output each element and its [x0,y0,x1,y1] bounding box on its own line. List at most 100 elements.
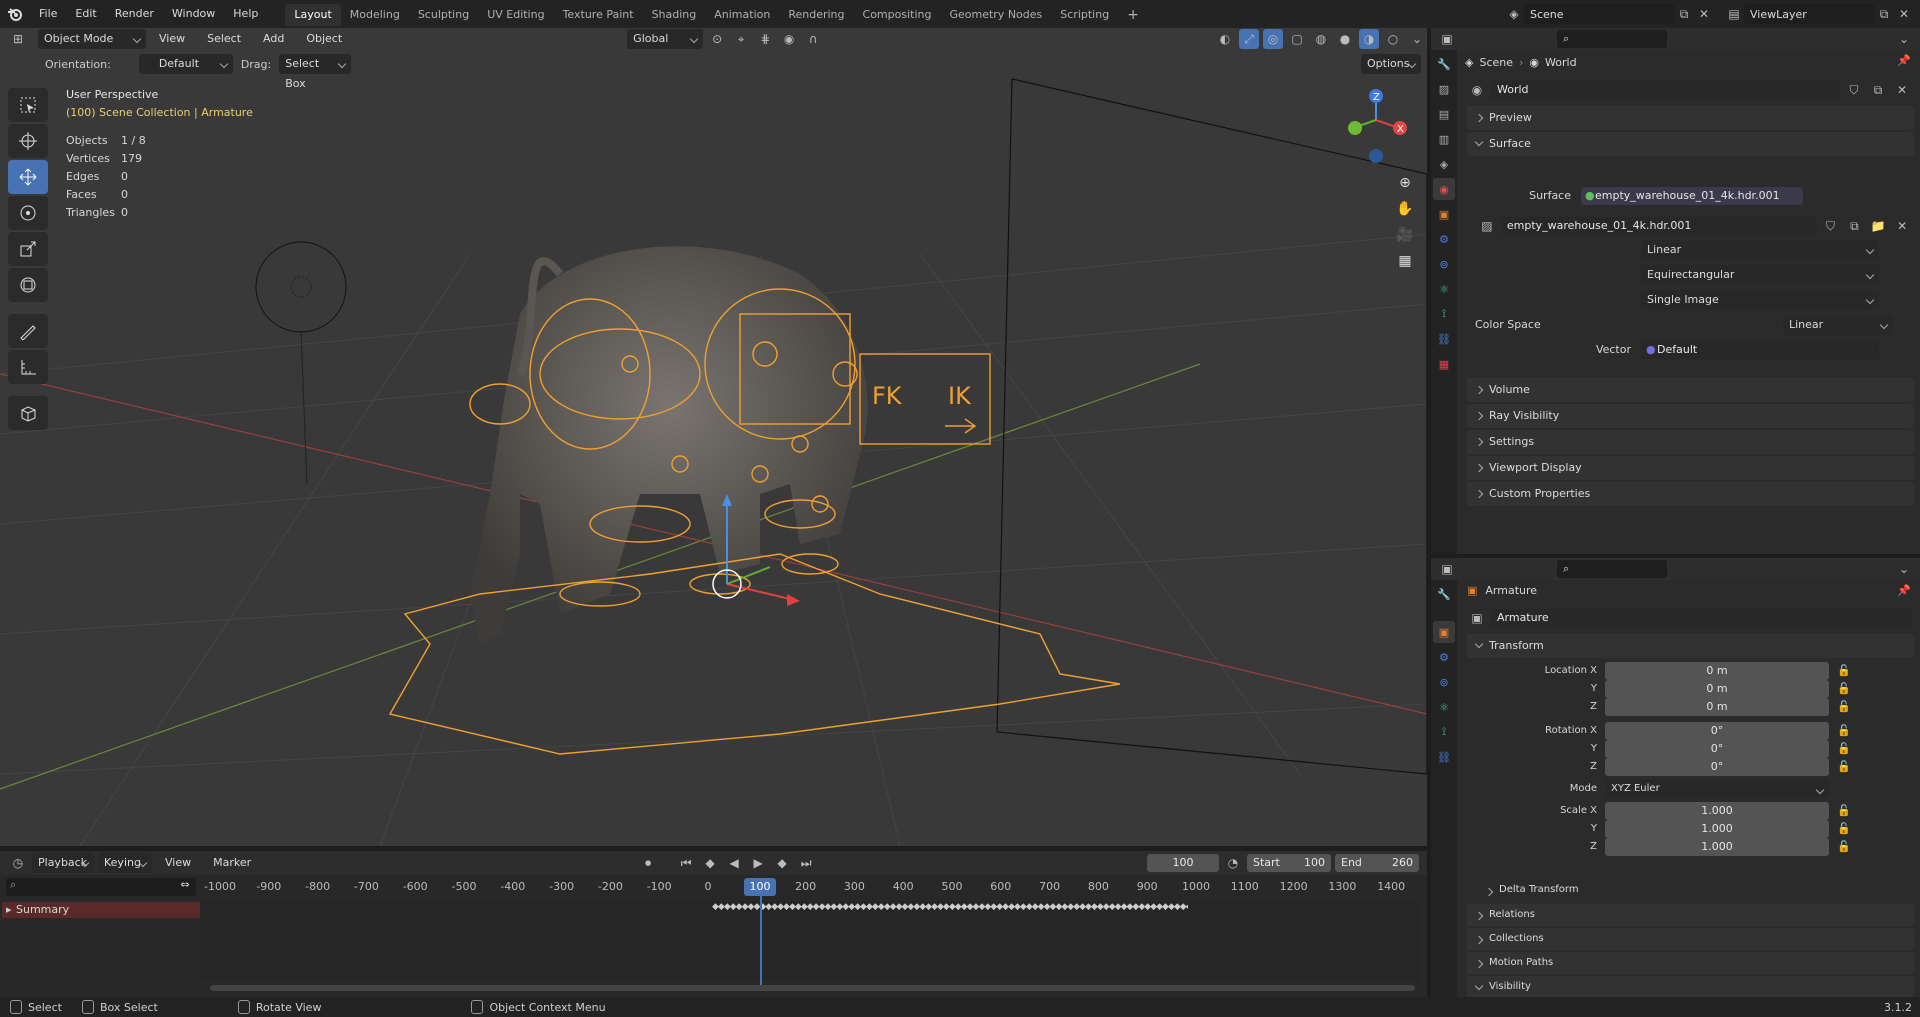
scale-x-field[interactable]: 1.000 [1605,802,1829,820]
bone-tab-icon[interactable]: ⛓ [1433,746,1455,768]
pin-icon[interactable]: 📌 [1897,54,1911,67]
properties-search-input[interactable]: ⌕ [1557,30,1667,48]
section-collections[interactable]: Collections [1467,928,1914,950]
location-y-field[interactable]: 0 m [1605,680,1829,698]
orientation-dropdown[interactable]: Default [138,54,233,74]
menu-render[interactable]: Render [106,0,163,28]
section-transform[interactable]: Transform [1467,634,1914,658]
pin-icon[interactable]: 📌 [1897,584,1911,597]
lock-icon[interactable]: 🔓 [1837,757,1851,777]
mode-dropdown[interactable]: Object Mode [38,29,146,49]
add-cube-tool-icon[interactable] [8,396,48,430]
output-tab-icon[interactable]: ▤ [1433,103,1455,125]
visibility-icon[interactable]: ◐ [1215,29,1235,49]
tool-tab-icon[interactable]: 🔧 [1433,53,1455,75]
timeline-editor-type-icon[interactable]: ◷ [8,853,28,873]
transform-orientation-dropdown[interactable]: Global [627,29,704,49]
shading-wireframe-icon[interactable]: ◍ [1311,29,1331,49]
scale-tool-icon[interactable] [8,232,48,266]
falloff-icon[interactable]: ∩ [803,29,823,49]
section-preview[interactable]: Preview [1467,106,1914,130]
navigation-gizmo[interactable]: Z X [1332,86,1412,166]
move-tool-icon[interactable] [8,160,48,194]
section-delta-transform[interactable]: Delta Transform [1477,880,1914,900]
overlay-toggle-icon[interactable]: ◎ [1263,29,1283,49]
lock-icon[interactable]: 🔓 [1837,819,1851,839]
play-icon[interactable]: ▶ [748,853,768,873]
rotation-y-field[interactable]: 0° [1605,740,1829,758]
editor-type-icon[interactable]: ⊞ [8,29,28,49]
section-ray-visibility[interactable]: Ray Visibility [1467,404,1914,428]
clock-icon[interactable]: ◔ [1223,853,1243,873]
properties-editor-type-icon[interactable]: ▣ [1437,29,1457,49]
keying-menu[interactable]: Keying [98,853,152,873]
duplicate-world-icon[interactable]: ⧉ [1868,80,1888,100]
object-tab-icon[interactable]: ▣ [1433,621,1455,643]
image-name-field[interactable]: empty_warehouse_01_4k.hdr.001 [1500,217,1817,235]
surface-shader-field[interactable]: ● empty_warehouse_01_4k.hdr.001 [1581,187,1803,205]
gizmo-toggle-icon[interactable]: ⤢ [1239,29,1259,49]
interpolation-dropdown[interactable]: Linear [1641,240,1879,260]
tab-sculpting[interactable]: Sculpting [409,4,478,26]
tab-shading[interactable]: Shading [643,4,706,26]
image-duplicate-icon[interactable]: ⧉ [1844,216,1864,236]
timeline-menu-view[interactable]: View [156,853,200,873]
shading-material-icon[interactable]: ◑ [1359,29,1379,49]
lock-icon[interactable]: 🔓 [1837,697,1851,717]
playhead-frame-badge[interactable]: 100 [744,878,776,896]
next-keyframe-icon[interactable]: ◆ [772,853,792,873]
render-tab-icon[interactable]: ▨ [1433,78,1455,100]
world-name-field[interactable]: World [1491,81,1840,99]
section-relations[interactable]: Relations [1467,904,1914,926]
color-space-dropdown[interactable]: Linear [1783,315,1893,335]
drag-dropdown[interactable]: Select Box [279,54,352,90]
world-tab-icon[interactable]: ◉ [1433,178,1455,200]
modifier-tab-icon[interactable]: ⚙ [1433,228,1455,250]
add-workspace-icon[interactable]: + [1118,4,1148,26]
object-tab-icon[interactable]: ▣ [1433,203,1455,225]
scene-canvas[interactable]: FK IK [0,74,1427,846]
viewport-menu-view[interactable]: View [150,28,194,50]
proportional-edit-icon[interactable]: ◉ [779,29,799,49]
rotation-z-field[interactable]: 0° [1605,758,1829,776]
play-reverse-icon[interactable]: ◀ [724,853,744,873]
shading-solid-icon[interactable]: ● [1335,29,1355,49]
timeline-menu-marker[interactable]: Marker [204,853,260,873]
menu-help[interactable]: Help [224,0,267,28]
fake-user-icon[interactable]: ⛉ [1844,80,1864,100]
image-fake-user-icon[interactable]: ⛉ [1821,216,1841,236]
viewport-menu-select[interactable]: Select [198,28,250,50]
tab-texture-paint[interactable]: Texture Paint [554,4,643,26]
tab-geometry-nodes[interactable]: Geometry Nodes [940,4,1051,26]
zoom-icon[interactable]: ⊕ [1392,170,1418,196]
menu-file[interactable]: File [30,0,66,28]
remove-viewlayer-icon[interactable]: ✕ [1894,4,1914,24]
unlink-world-icon[interactable]: ✕ [1892,80,1912,100]
snap-target-icon[interactable]: ⋕ [755,29,775,49]
frame-ruler[interactable]: -1000 -900 -800 -700 -600 -500 -400 -300 -200 -10… [200,878,1420,896]
physics-tab-icon[interactable]: ⚛ [1433,696,1455,718]
object-data-tab-icon[interactable]: ⟟ [1433,721,1455,743]
summary-channel[interactable]: ▸ Summary [2,902,200,918]
pan-hand-icon[interactable]: ✋ [1392,196,1418,222]
new-scene-icon[interactable]: ⧉ [1674,4,1694,24]
tool-tab-icon[interactable]: 🔧 [1433,583,1455,605]
cursor-tool-icon[interactable] [8,124,48,158]
modifier-tab-icon[interactable]: ⚙ [1433,646,1455,668]
rotate-tool-icon[interactable] [8,196,48,230]
remove-scene-icon[interactable]: ✕ [1694,4,1714,24]
measure-tool-icon[interactable] [8,350,48,384]
timeline-editor[interactable]: ◷ Playback Keying View Marker ⏺ ⏮ ◆ ◀ ▶ … [0,851,1427,997]
menu-edit[interactable]: Edit [66,0,105,28]
jump-start-icon[interactable]: ⏮ [676,853,696,873]
ortho-grid-icon[interactable]: ▦ [1392,248,1418,274]
source-dropdown[interactable]: Single Image [1641,290,1879,310]
timeline-scrollbar[interactable] [210,985,1415,991]
object-browse-icon[interactable]: ▣ [1467,608,1487,628]
playback-menu[interactable]: Playback [32,853,94,873]
location-z-field[interactable]: 0 m [1605,698,1829,716]
shading-rendered-icon[interactable]: ○ [1383,29,1403,49]
image-unlink-icon[interactable]: ✕ [1892,216,1912,236]
transform-tool-icon[interactable] [8,268,48,302]
particles-tab-icon[interactable]: ⊚ [1433,253,1455,275]
